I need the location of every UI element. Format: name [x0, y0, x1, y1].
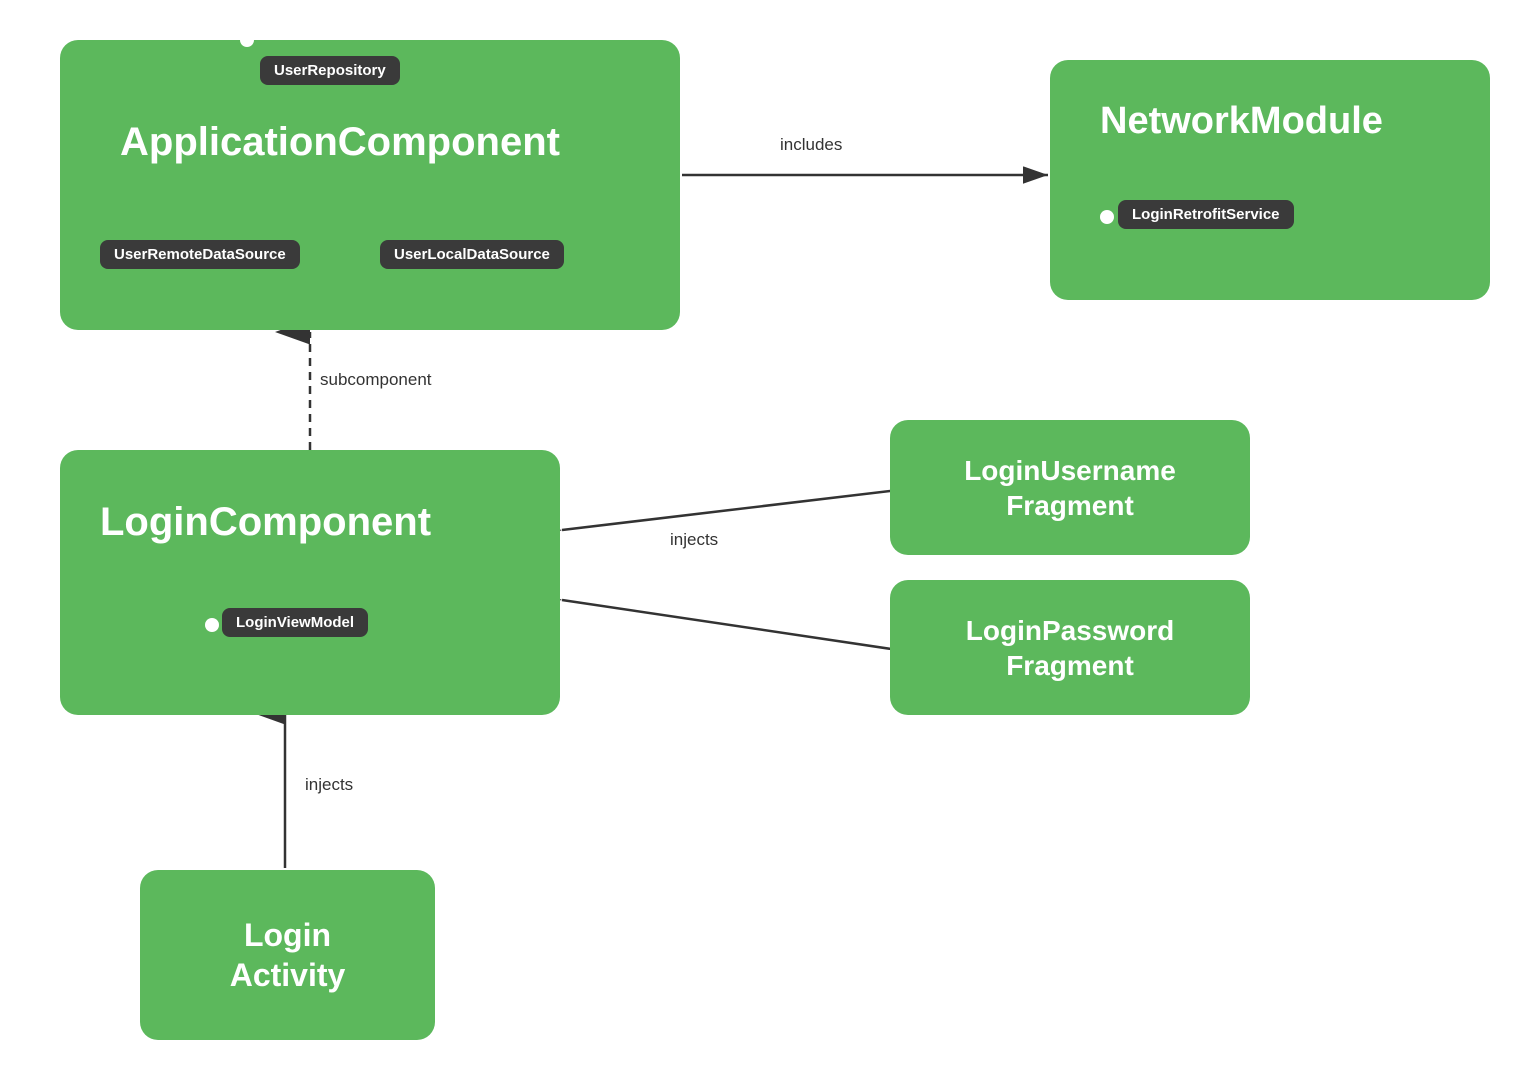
login-view-model-badge: LoginViewModel	[222, 608, 368, 637]
login-component-title: LoginComponent	[100, 500, 431, 545]
application-component-box: UserRepository ApplicationComponent User…	[60, 40, 680, 330]
application-component-title: ApplicationComponent	[120, 120, 560, 165]
login-activity-box: LoginActivity	[140, 870, 435, 1040]
user-local-data-source-badge: UserLocalDataSource	[380, 240, 564, 269]
login-retrofit-service-badge: LoginRetrofitService	[1118, 200, 1294, 229]
login-password-fragment-box: LoginPasswordFragment	[890, 580, 1250, 715]
network-module-box: NetworkModule LoginRetrofitService	[1050, 60, 1490, 300]
login-username-fragment-title: LoginUsernameFragment	[964, 453, 1176, 523]
subcomponent-label: subcomponent	[320, 370, 432, 390]
login-activity-title: LoginActivity	[230, 915, 346, 995]
injects-label-1: injects	[670, 530, 718, 550]
user-repository-dot	[240, 33, 254, 47]
login-view-model-dot	[205, 618, 219, 632]
diagram-container: UserRepository ApplicationComponent User…	[0, 0, 1535, 1068]
includes-label: includes	[780, 135, 842, 155]
login-username-fragment-box: LoginUsernameFragment	[890, 420, 1250, 555]
login-component-box: LoginComponent LoginViewModel	[60, 450, 560, 715]
login-password-fragment-title: LoginPasswordFragment	[966, 613, 1174, 683]
login-retrofit-dot	[1100, 210, 1114, 224]
user-repository-badge: UserRepository	[260, 56, 400, 85]
user-remote-data-source-badge: UserRemoteDataSource	[100, 240, 300, 269]
network-module-title: NetworkModule	[1100, 100, 1383, 143]
injects-label-2: injects	[305, 775, 353, 795]
